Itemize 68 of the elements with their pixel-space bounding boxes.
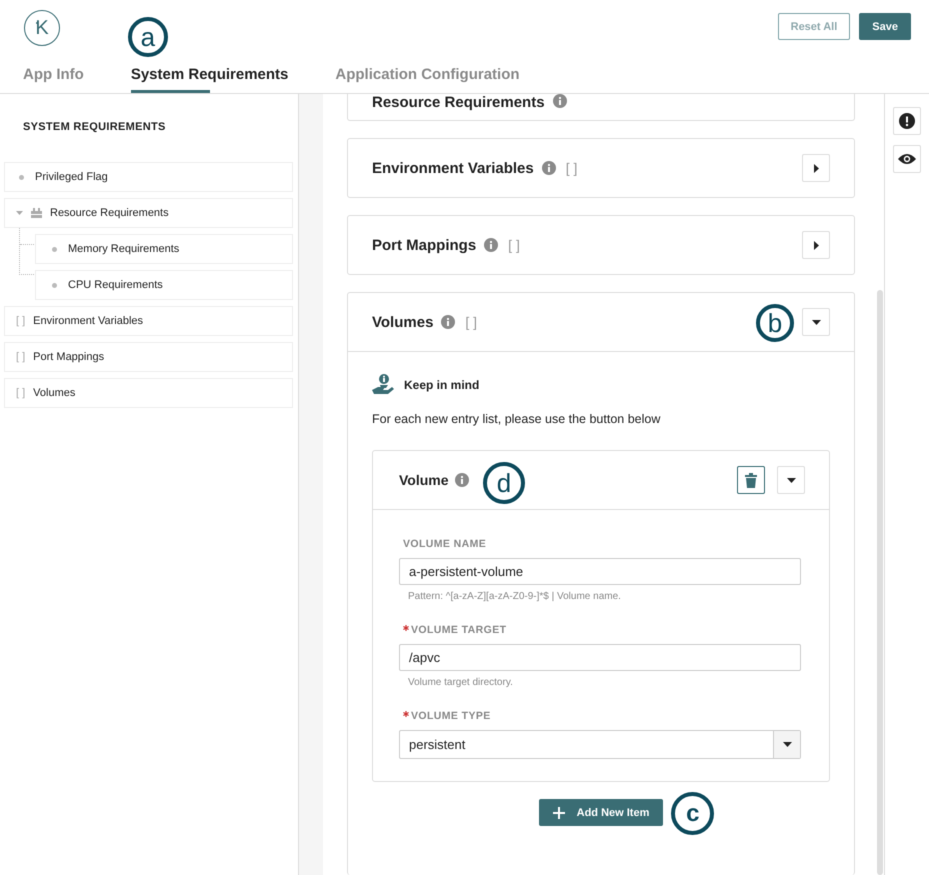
field-label: VOLUME NAME	[403, 538, 486, 550]
sidebar-item[interactable]: CPU Requirements	[35, 270, 293, 300]
item-title: Volume	[399, 472, 449, 488]
save-button[interactable]: Save	[859, 13, 911, 40]
caret-icon	[812, 320, 820, 324]
section-title: Port Mappings	[372, 236, 476, 254]
list-marker: [ ]	[566, 160, 578, 176]
callout-marker: c	[671, 792, 714, 835]
info-icon	[454, 473, 469, 487]
item-label: Memory Requirements	[68, 243, 180, 255]
caret-icon	[786, 478, 796, 482]
select-field[interactable]: persistent	[399, 730, 801, 759]
help-text: Pattern: ^[a-zA-Z][a-zA-Z0-9-]*$ | Volume name.	[408, 591, 622, 602]
note-title: Keep in mind	[404, 378, 480, 392]
help-hand-icon	[372, 374, 394, 396]
logo: K	[24, 10, 60, 46]
sidebar-item[interactable]: Privileged Flag	[4, 162, 293, 192]
info-icon	[441, 315, 456, 329]
sidebar-item[interactable]: [ ] Volumes	[4, 378, 293, 408]
sidebar-item[interactable]: Memory Requirements	[35, 234, 293, 264]
list-marker: [ ]	[16, 351, 26, 363]
sidebar-item[interactable]: Resource Requirements	[4, 198, 293, 228]
item-label: Port Mappings	[33, 351, 104, 363]
toggle-button[interactable]	[802, 308, 830, 336]
tab[interactable]: System Requirements	[130, 66, 288, 93]
alert-icon	[899, 113, 915, 129]
caret-icon	[782, 742, 792, 747]
item-label: Volumes	[33, 387, 76, 399]
sidebar-title: SYSTEM REQUIREMENTS	[23, 121, 167, 133]
toggle-button[interactable]	[802, 231, 830, 259]
list-marker: [ ]	[465, 314, 478, 330]
list-marker: [ ]	[16, 315, 26, 327]
bullet-icon	[19, 174, 24, 180]
preview-button[interactable]	[893, 145, 921, 173]
item-label: Privileged Flag	[35, 171, 108, 183]
item-label: CPU Requirements	[68, 279, 163, 291]
field-label: VOLUME TYPE	[411, 710, 491, 722]
eye-icon	[898, 153, 916, 165]
section-title: Volumes	[372, 314, 434, 330]
list-marker: [ ]	[16, 387, 26, 399]
item-label: Environment Variables	[33, 315, 144, 327]
caret-icon	[814, 240, 818, 250]
callout-marker: d	[483, 462, 525, 504]
delete-button[interactable]	[737, 466, 765, 494]
callout-marker: a	[128, 17, 168, 57]
sidebar-item[interactable]: [ ] Environment Variables	[4, 306, 293, 336]
bullet-icon	[52, 246, 57, 252]
info-icon	[484, 238, 498, 252]
toggle-button[interactable]	[802, 154, 830, 182]
section-title: Resource Requirements	[372, 94, 545, 111]
item-label: Resource Requirements	[50, 207, 169, 219]
caret-icon	[814, 164, 818, 172]
field-label: VOLUME TARGET	[411, 624, 506, 636]
help-text: Volume target directory.	[408, 677, 514, 688]
toggle-button[interactable]	[777, 466, 805, 494]
input-field[interactable]: /apvc	[399, 644, 801, 671]
info-icon	[542, 161, 556, 175]
list-marker: [ ]	[508, 237, 520, 253]
input-field[interactable]: a-persistent-volume	[399, 558, 801, 585]
tree-line	[19, 228, 34, 275]
sidebar-item[interactable]: [ ] Port Mappings	[4, 342, 293, 372]
note-text: For each new entry list, please use the button below	[372, 412, 662, 426]
section-title: Environment Variables	[372, 160, 534, 176]
callout-marker: b	[756, 304, 794, 342]
alert-button[interactable]	[893, 107, 921, 135]
trash-icon	[745, 472, 757, 488]
bullet-icon	[52, 282, 57, 288]
plus-icon	[552, 806, 565, 818]
